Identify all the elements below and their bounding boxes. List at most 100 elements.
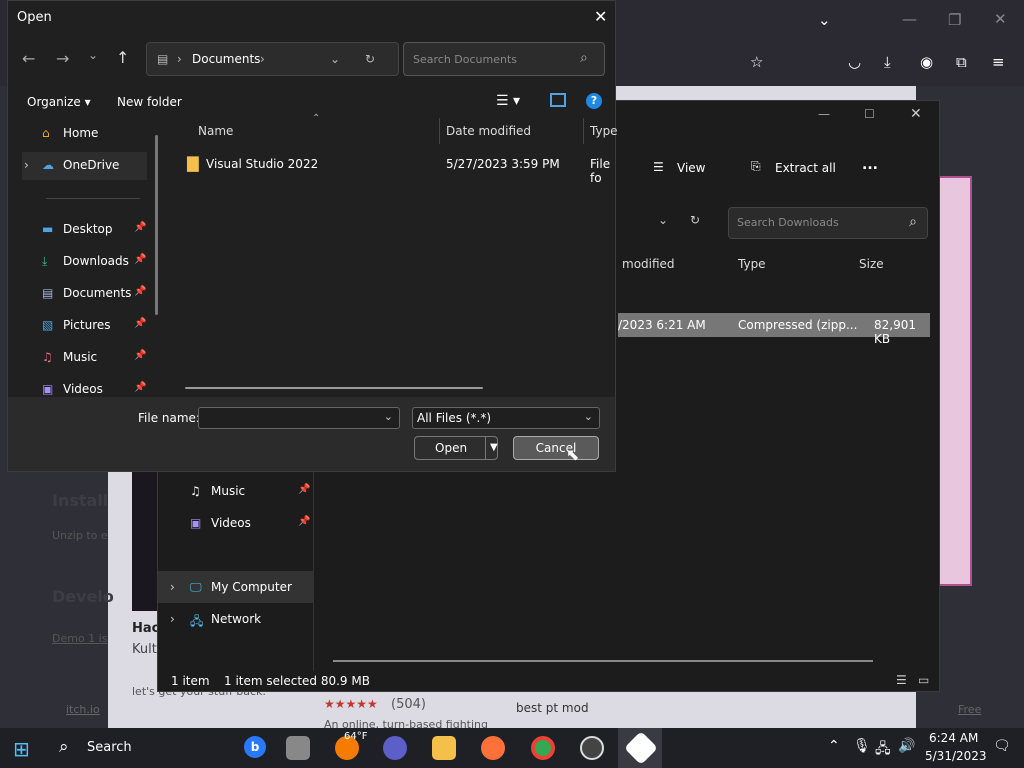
volume-icon[interactable]: 🔊 [898,738,915,754]
cloud-icon: ☁ [42,158,54,172]
pin-icon[interactable]: 📌 [134,222,146,233]
details-view-icon[interactable]: ☰ [896,673,907,687]
bing-icon[interactable]: b [244,736,266,758]
recent-chevron-icon[interactable]: ⌄ [88,48,98,62]
minimize-icon[interactable]: — [902,12,917,27]
restore-icon[interactable]: ❐ [948,13,961,28]
forward-arrow-icon[interactable]: → [56,49,69,68]
view-button[interactable]: View [677,161,705,175]
notification-icon[interactable]: 🗨 [993,738,1011,754]
task-view-icon[interactable] [286,736,310,760]
account-icon[interactable]: ◉ [920,55,933,70]
microphone-icon[interactable]: 🎙 [853,738,871,754]
file-name-field[interactable]: ⌄ [198,407,400,429]
explorer-sidebar-music[interactable]: Music [211,484,245,498]
chevron-down-icon[interactable]: ⌄ [818,13,831,28]
open-dropdown-icon[interactable]: ▼ [485,437,498,459]
organize-button[interactable]: Organize ▾ [27,95,91,109]
explorer-sidebar-network[interactable]: Network [211,612,261,626]
explorer-refresh-icon[interactable]: ↻ [690,213,700,227]
explorer-close-icon[interactable]: ✕ [910,106,922,122]
file-explorer-icon[interactable] [432,736,456,760]
search-icon[interactable]: ⌕ [59,737,69,757]
new-folder-button[interactable]: New folder [117,95,182,109]
explorer-col-type[interactable]: Type [738,257,766,271]
bookmark-star-icon[interactable]: ☆ [750,55,763,70]
explorer-chevron-icon[interactable]: ⌄ [658,213,668,227]
extract-all-button[interactable]: Extract all [775,161,836,175]
column-name[interactable]: Name [198,124,233,138]
explorer-minimize-icon[interactable]: — [818,107,830,121]
sidebar-item-desktop[interactable]: ▬ Desktop 📌 [22,216,147,244]
help-icon[interactable]: ? [586,93,602,109]
download-icon[interactable]: ⤓ [884,55,891,70]
clock-time[interactable]: 6:24 AM [929,731,978,745]
up-arrow-icon[interactable]: ↑ [116,48,129,67]
card-title[interactable]: Hac [132,621,159,636]
sidebar-item-home[interactable]: ⌂ Home [22,120,147,148]
preview-pane-icon[interactable] [550,93,566,107]
more-options-button[interactable]: ... [862,157,878,173]
explorer-sidebar-my-computer[interactable]: My Computer [211,580,292,594]
extensions-icon[interactable]: ⧉ [956,55,967,70]
open-button[interactable]: Open ▼ [414,436,498,460]
itch-link[interactable]: itch.io [66,703,100,716]
free-link[interactable]: Free [958,703,981,716]
column-type[interactable]: Type [590,124,618,138]
sidebar-item-downloads[interactable]: ⤓ Downloads 📌 [22,248,147,276]
sidebar-item-onedrive[interactable]: › ☁ OneDrive [22,152,147,180]
row-type: Compressed (zipp... [738,318,858,332]
view-options-icon[interactable]: ☰ ▾ [496,93,520,109]
file-type-filter[interactable]: All Files (*.*) ⌄ [412,407,600,429]
explorer-col-size[interactable]: Size [859,257,884,271]
install-text: Unzip to e [52,529,108,542]
firefox-icon[interactable] [481,736,505,760]
horizontal-scrollbar[interactable] [185,387,483,389]
obs-icon[interactable] [580,736,604,760]
address-chevron-icon[interactable]: ⌄ [330,52,340,66]
pin-icon[interactable]: 📌 [134,286,146,297]
chevron-right-icon[interactable]: › [24,158,29,172]
breadcrumb[interactable]: Documents [192,52,260,66]
chevron-right-icon[interactable]: › [170,580,175,594]
sidebar-item-pictures[interactable]: ▧ Pictures 📌 [22,312,147,340]
pocket-icon[interactable]: ◡ [848,55,861,70]
search-input[interactable]: Search Documents ⌕ [403,42,605,76]
start-windows-icon[interactable]: ⊞ [13,737,30,761]
chevron-down-icon[interactable]: ⌄ [584,410,593,423]
explorer-col-modified[interactable]: modified [622,257,675,271]
cancel-button[interactable]: Cancel [513,436,599,460]
demo-text[interactable]: Demo 1 is [52,632,107,645]
network-icon[interactable]: 🖧 [875,738,891,762]
chevron-up-icon[interactable]: ⌃ [828,738,840,754]
pin-icon[interactable]: 📌 [134,254,146,265]
meet-icon[interactable] [383,736,407,760]
menu-icon[interactable]: ≡ [992,55,1005,70]
chevron-down-icon[interactable]: ⌄ [384,410,393,423]
back-arrow-icon[interactable]: ← [22,49,35,68]
clock-date[interactable]: 5/31/2023 [925,749,987,763]
column-date-modified[interactable]: Date modified [446,124,531,138]
close-icon[interactable]: ✕ [994,12,1007,27]
extract-icon[interactable]: ⎘ [751,159,761,174]
best-pt-text[interactable]: best pt mod [516,701,589,715]
chrome-icon[interactable] [531,736,555,760]
view-icon[interactable]: ☰ [653,160,664,174]
refresh-icon[interactable]: ↻ [365,52,375,66]
sidebar-item-music[interactable]: ♫ Music 📌 [22,344,147,372]
taskbar-search[interactable]: Search [87,740,132,755]
explorer-maximize-icon[interactable]: ☐ [864,107,875,121]
close-icon[interactable]: ✕ [594,7,607,26]
sidebar-item-documents[interactable]: ▤ Documents 📌 [22,280,147,308]
pin-icon[interactable]: 📌 [134,318,146,329]
table-row[interactable]: /2023 6:21 AM Compressed (zipp... 82,901… [618,313,930,346]
pin-icon[interactable]: 📌 [134,382,146,393]
pin-icon[interactable]: 📌 [134,350,146,361]
list-item[interactable]: ▇ Visual Studio 2022 5/27/2023 3:59 PM F… [183,150,623,185]
explorer-sidebar-videos[interactable]: Videos [211,516,251,530]
chevron-right-icon[interactable]: › [170,612,175,626]
explorer-search-input[interactable]: Search Downloads ⌕ [728,207,928,239]
address-bar[interactable]: ▤ › Documents › ⌄ ↻ [146,42,399,76]
tiles-view-icon[interactable]: ▭ [918,673,929,687]
sidebar-scrollbar[interactable] [155,135,158,315]
